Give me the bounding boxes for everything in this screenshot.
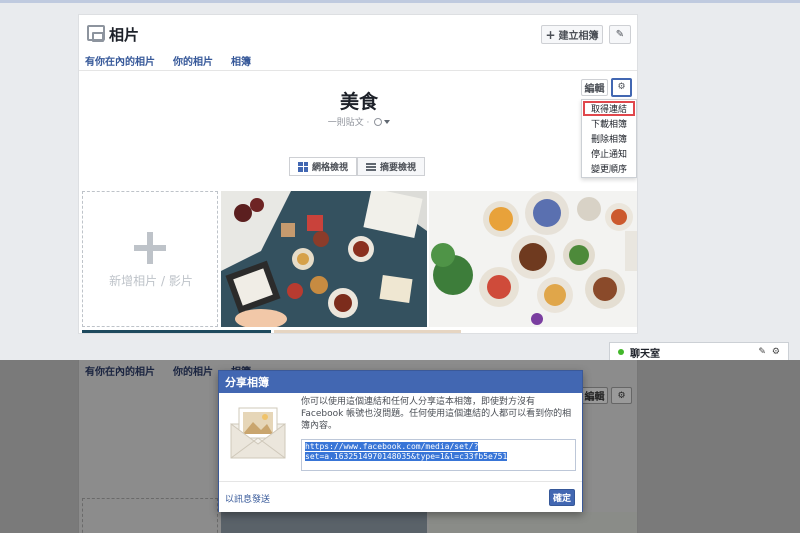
gear-icon[interactable]: ⚙ — [772, 347, 780, 357]
photos-header: 相片 + 建立相簿 ✎ 有你在內的相片 你的相片 相簿 — [79, 15, 637, 71]
list-icon — [366, 162, 377, 171]
dialog-footer: 以訊息發送 確定 — [219, 481, 582, 512]
chat-label: 聊天室 — [630, 348, 660, 360]
album-options-menu: 取得連結 下載相簿 刪除相簿 停止通知 變更順序 — [581, 99, 637, 178]
add-photo-tile — [82, 498, 218, 533]
album-area: 美食 一則貼文 · 編輯 ⚙ 取得連結 下載相簿 刪除相簿 停止通知 變更順序 … — [79, 71, 637, 333]
send-as-message-link[interactable]: 以訊息發送 — [225, 492, 270, 505]
edit-pencil-button[interactable]: ✎ — [609, 25, 631, 44]
photos-tabs: 有你在內的相片 你的相片 相簿 — [85, 53, 251, 68]
view-toggle: 網格檢視 摘要檢視 — [289, 157, 426, 176]
grid-icon — [298, 161, 308, 172]
breakfast-table-image — [429, 191, 637, 327]
menu-item-delete-album[interactable]: 刪除相簿 — [582, 131, 636, 146]
album-title: 美食 — [339, 91, 378, 113]
plus-icon: + — [545, 27, 556, 42]
online-status-dot — [618, 349, 624, 355]
page-title: 相片 — [109, 26, 140, 44]
album-edit-button[interactable]: 編輯 — [581, 79, 608, 96]
album-photo[interactable] — [429, 191, 637, 327]
grid-view-button[interactable]: 網格檢視 — [289, 157, 358, 176]
album-photo — [221, 512, 427, 533]
album-photo[interactable] — [274, 330, 461, 333]
gear-icon: ⚙ — [617, 82, 626, 92]
gear-icon: ⚙ — [611, 387, 632, 404]
dialog-title: 分享相簿 — [219, 371, 582, 393]
chevron-down-icon[interactable] — [384, 120, 391, 124]
add-photo-tile[interactable]: 新增相片 / 影片 — [82, 191, 218, 327]
tab-photos-of-you[interactable]: 有你在內的相片 — [85, 53, 155, 68]
album-photo[interactable] — [82, 330, 271, 333]
photos-icon — [87, 25, 105, 42]
add-photo-label: 新增相片 / 影片 — [109, 274, 193, 288]
food-flatlay-image — [221, 191, 427, 327]
album-meta: 一則貼文 · — [79, 115, 637, 128]
pencil-icon: ✎ — [615, 29, 625, 40]
share-link-text: https://www.facebook.com/media/set/?set=… — [305, 442, 508, 461]
album-settings-button[interactable]: ⚙ — [611, 78, 632, 97]
menu-item-get-link[interactable]: 取得連結 — [583, 101, 635, 116]
tab-albums[interactable]: 相簿 — [231, 53, 251, 68]
teal-food-image — [82, 330, 271, 333]
globe-icon[interactable] — [374, 118, 383, 126]
ok-button[interactable]: 確定 — [549, 489, 575, 506]
chat-tab[interactable]: 聊天室 ✎ ⚙ — [609, 342, 789, 362]
create-album-label: 建立相簿 — [558, 31, 599, 42]
album-photo[interactable] — [221, 191, 427, 327]
top-accent-strip — [0, 0, 800, 3]
share-link-field[interactable]: https://www.facebook.com/media/set/?set=… — [301, 439, 576, 471]
summary-view-button[interactable]: 摘要檢視 — [357, 157, 426, 176]
share-album-dialog: 分享相簿 你可以使用這個連結和任何人分享這本相簿，即使對方沒有 Facebook… — [218, 370, 583, 512]
menu-item-download-album[interactable]: 下載相簿 — [582, 116, 636, 131]
menu-item-change-order[interactable]: 變更順序 — [582, 161, 636, 176]
photos-panel: 相片 + 建立相簿 ✎ 有你在內的相片 你的相片 相簿 美食 一則貼文 · 編輯… — [78, 14, 638, 334]
summary-view-label: 摘要檢視 — [380, 163, 417, 173]
create-album-button[interactable]: + 建立相簿 — [541, 25, 603, 44]
album-photo — [429, 512, 637, 533]
album-edit-button: 編輯 — [581, 387, 608, 404]
pastry-image — [274, 330, 461, 333]
dialog-description: 你可以使用這個連結和任何人分享這本相簿，即使對方沒有 Facebook 帳號也沒… — [301, 397, 572, 431]
tab-your-photos[interactable]: 你的相片 — [173, 53, 213, 68]
compose-icon[interactable]: ✎ — [758, 347, 766, 357]
tab-your-photos: 你的相片 — [173, 367, 213, 378]
grid-view-label: 網格檢視 — [312, 163, 349, 173]
album-post-count: 一則貼文 · — [327, 118, 370, 128]
envelope-photo-icon — [230, 407, 286, 459]
tab-photos-of-you: 有你在內的相片 — [85, 367, 155, 378]
menu-item-stop-notifications[interactable]: 停止通知 — [582, 146, 636, 161]
